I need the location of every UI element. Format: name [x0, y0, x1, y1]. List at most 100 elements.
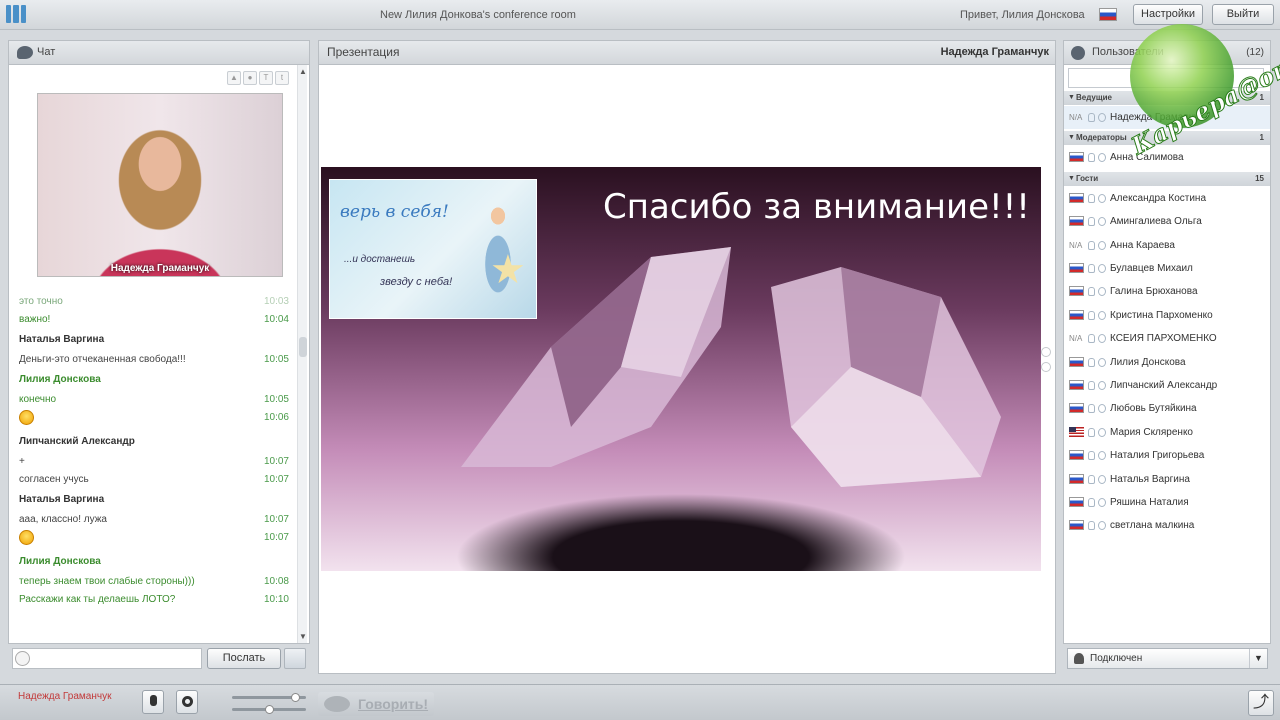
- message-time: 10:03: [263, 296, 289, 307]
- collapse-icon[interactable]: ▼: [1068, 172, 1075, 186]
- webcam-video: Надежда Граманчук: [37, 93, 283, 277]
- chat-message: ааа, классно! лужа 10:07: [9, 511, 295, 529]
- send-options-icon[interactable]: [284, 648, 306, 669]
- chat-title: Чат: [37, 46, 56, 58]
- smile-message: 10:07: [9, 529, 295, 551]
- app-logo-icon: [6, 5, 26, 23]
- user-cam-icon: [1098, 264, 1106, 273]
- user-mic-icon: [1088, 334, 1095, 344]
- user-row[interactable]: Кристина Пархоменко: [1064, 304, 1270, 327]
- chat-input[interactable]: [35, 650, 195, 667]
- send-button[interactable]: Послать: [207, 648, 281, 669]
- user-row[interactable]: N/A КСЕИЯ ПАРХОМЕНКО: [1064, 327, 1270, 350]
- user-name: Наталия Григорьева: [1110, 450, 1205, 462]
- message-author: Липчанский Александр: [19, 436, 135, 447]
- user-row[interactable]: Лилия Донскова: [1064, 351, 1270, 374]
- speaker-volume-knob[interactable]: [265, 705, 274, 714]
- speaker-volume-slider[interactable]: [232, 705, 306, 714]
- user-row[interactable]: светлана малкина: [1064, 514, 1270, 537]
- share-icon[interactable]: ⤴: [1248, 690, 1274, 716]
- chat-scrollbar[interactable]: ▲ ▼: [297, 65, 307, 643]
- mic-volume-slider[interactable]: [232, 693, 306, 702]
- user-cam-icon: [1098, 381, 1106, 390]
- scroll-thumb[interactable]: [299, 337, 307, 357]
- font-smaller-icon[interactable]: t: [275, 71, 289, 85]
- chat-message: согласен учусь 10:07: [9, 471, 295, 489]
- slide: верь в себя! ...и достанешь звезду с неб…: [321, 167, 1041, 571]
- lock-icon[interactable]: ▲: [227, 71, 241, 85]
- flag-ru-icon: [1069, 356, 1084, 367]
- user-mic-icon: [1088, 310, 1095, 320]
- user-row[interactable]: Ряшина Наталия: [1064, 491, 1270, 514]
- talk-button[interactable]: Говорить!: [318, 692, 434, 716]
- user-row[interactable]: N/A Надежда Граманчук: [1064, 106, 1270, 129]
- emoticon-icon[interactable]: [15, 651, 30, 666]
- chat-bubble-icon: [17, 46, 33, 59]
- smile-message: 10:06: [9, 409, 295, 431]
- user-name: Амингалиева Ольга: [1110, 216, 1202, 228]
- room-title: New Лилия Донкова's conference room: [380, 9, 576, 21]
- language-flag-icon[interactable]: [1099, 8, 1117, 21]
- user-group-header[interactable]: ▼ Гости 15: [1064, 171, 1270, 186]
- user-row[interactable]: Анна Салимова: [1064, 146, 1270, 169]
- microphone-button[interactable]: [142, 690, 164, 714]
- user-row[interactable]: Александра Костина: [1064, 187, 1270, 210]
- users-title: Пользователи: [1092, 46, 1164, 58]
- user-search-input[interactable]: [1068, 68, 1264, 88]
- user-row[interactable]: Наталия Григорьева: [1064, 444, 1270, 467]
- collapse-icon[interactable]: ▼: [1068, 131, 1075, 145]
- top-bar: New Лилия Донкова's conference room Прив…: [0, 0, 1280, 30]
- chat-message: это точно 10:03: [9, 293, 295, 311]
- settings-button[interactable]: Настройки: [1133, 4, 1203, 25]
- flag-ru-icon: [1069, 473, 1084, 484]
- status-dropdown[interactable]: Подключен ▼: [1067, 648, 1268, 669]
- clear-icon[interactable]: ●: [243, 71, 257, 85]
- user-mic-icon: [1088, 240, 1095, 250]
- zoom-in-icon[interactable]: [1041, 347, 1051, 357]
- user-row[interactable]: Булавцев Михаил: [1064, 257, 1270, 280]
- message-author: Наталья Варгина: [19, 494, 105, 505]
- camera-icon: [182, 696, 193, 707]
- message-text: конечно: [19, 394, 57, 405]
- bottom-bar: Надежда Граманчук Говорить! ⤴: [0, 684, 1280, 720]
- user-row[interactable]: Мария Скляренко: [1064, 421, 1270, 444]
- user-row[interactable]: N/A Анна Караева: [1064, 234, 1270, 257]
- user-cam-icon: [1098, 521, 1106, 531]
- collapse-icon[interactable]: ▼: [1068, 91, 1075, 105]
- user-row[interactable]: Липчанский Александр: [1064, 374, 1270, 397]
- talk-label: Говорить!: [358, 696, 429, 712]
- scroll-up-icon[interactable]: ▲: [299, 67, 307, 76]
- user-row[interactable]: Галина Брюханова: [1064, 280, 1270, 303]
- user-mic-icon: [1088, 474, 1095, 484]
- user-row[interactable]: Амингалиева Ольга: [1064, 210, 1270, 233]
- group-label: Гости: [1076, 173, 1099, 183]
- user-name: Кристина Пархоменко: [1110, 309, 1213, 321]
- chevron-down-icon[interactable]: ▼: [1249, 649, 1267, 668]
- font-larger-icon[interactable]: T: [259, 71, 273, 85]
- user-cam-icon: [1098, 498, 1106, 507]
- user-group-header[interactable]: ▼ Модераторы 1: [1064, 131, 1270, 146]
- camera-button[interactable]: [176, 690, 198, 714]
- user-mic-icon: [1088, 451, 1095, 461]
- message-time: 10:08: [263, 576, 289, 587]
- message-author: Лилия Донскова: [19, 374, 101, 385]
- user-cam-icon: [1098, 404, 1106, 414]
- user-row[interactable]: Любовь Бутяйкина: [1064, 397, 1270, 420]
- users-icon: [1071, 46, 1085, 60]
- flag-ru-icon: [1069, 380, 1084, 390]
- flag-ru-icon: [1069, 152, 1084, 163]
- chat-message: +10:07: [9, 453, 295, 471]
- user-mic-icon: [1088, 287, 1095, 297]
- flag-ru-icon: [1069, 450, 1084, 461]
- user-group-header[interactable]: ▼ Ведущие 1: [1064, 91, 1270, 105]
- zoom-out-icon[interactable]: [1041, 362, 1051, 372]
- scroll-down-icon[interactable]: ▼: [299, 632, 307, 641]
- mic-volume-knob[interactable]: [290, 693, 300, 702]
- logout-button[interactable]: Выйти: [1212, 4, 1274, 25]
- message-time: 10:04: [263, 314, 289, 325]
- user-mic-icon: [1088, 264, 1095, 273]
- user-name: Надежда Граманчук: [1110, 112, 1204, 123]
- flag-unknown-icon: N/A: [1069, 113, 1083, 122]
- flag-unknown-icon: N/A: [1069, 334, 1083, 344]
- user-row[interactable]: Наталья Варгина: [1064, 468, 1270, 491]
